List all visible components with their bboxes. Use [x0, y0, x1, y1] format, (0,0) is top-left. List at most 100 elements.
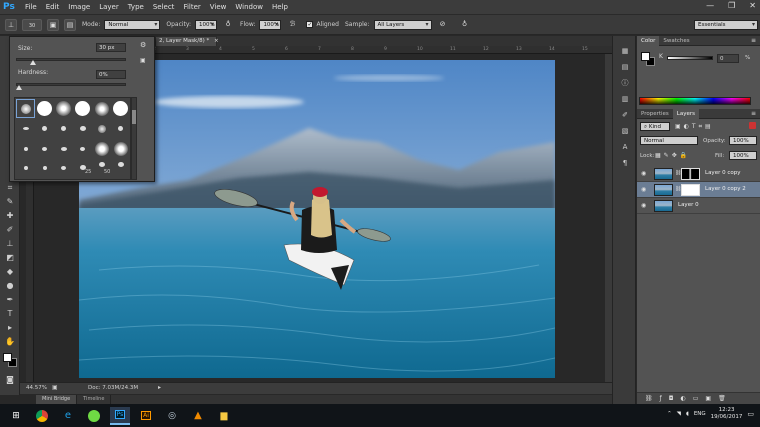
brush-tip[interactable]: [73, 139, 92, 158]
trash-icon[interactable]: 🗑: [718, 395, 733, 402]
hand-tool-icon[interactable]: ✋: [3, 336, 17, 348]
vertical-scrollbar[interactable]: [605, 54, 612, 382]
zoom-level[interactable]: 44.57%: [26, 385, 47, 391]
brush-tool-icon[interactable]: ✐: [3, 224, 17, 236]
menu-edit[interactable]: Edit: [46, 3, 60, 11]
status-icon[interactable]: ▣: [52, 384, 58, 391]
brush-tip[interactable]: [111, 155, 130, 174]
brush-tip[interactable]: [16, 119, 35, 138]
brush-preset-picker[interactable]: 30: [22, 18, 42, 31]
menu-window[interactable]: Window: [235, 3, 263, 11]
photoshop-taskbar-icon[interactable]: Ps: [110, 406, 130, 425]
menu-type[interactable]: Type: [128, 3, 144, 11]
brush-panel-icon[interactable]: ▤: [64, 18, 76, 31]
layer-row[interactable]: ◉ ⛓ Layer 0 copy: [637, 166, 760, 182]
brush-tip[interactable]: [35, 139, 54, 158]
steam-icon[interactable]: ◎: [162, 407, 182, 425]
brush-tip[interactable]: [73, 99, 92, 118]
k-slider[interactable]: [667, 56, 713, 60]
group-icon[interactable]: ▭: [693, 395, 706, 402]
brush-tip[interactable]: [16, 99, 35, 118]
menu-view[interactable]: View: [210, 3, 227, 11]
swatches-icon[interactable]: ▥: [619, 94, 631, 105]
paragraph-icon[interactable]: ¶: [619, 158, 631, 169]
brush-tip[interactable]: [35, 119, 54, 138]
brush-preset-popup[interactable]: Size: 30 px ⚙ ▣ Hardness: 0% 25 50: [9, 36, 155, 182]
ignore-adjustment-layers-icon[interactable]: ⊘: [437, 19, 449, 31]
gear-icon[interactable]: ⚙: [140, 41, 146, 49]
fill-input[interactable]: 100%: [729, 151, 757, 160]
brush-grid-scrollbar[interactable]: [131, 97, 137, 180]
hardness-slider[interactable]: [16, 83, 126, 86]
aligned-checkbox[interactable]: ✓: [306, 21, 314, 28]
hardness-value-input[interactable]: 0%: [96, 70, 126, 79]
restore-icon[interactable]: ❐: [728, 1, 735, 10]
tray-chevron-icon[interactable]: ⌃: [667, 411, 672, 417]
brush-tip[interactable]: [92, 119, 111, 138]
hardness-slider-thumb[interactable]: [16, 85, 22, 90]
adjustments-icon[interactable]: ▧: [619, 126, 631, 137]
volume-icon[interactable]: ◖: [686, 411, 689, 417]
brush-tip[interactable]: [54, 139, 73, 158]
brush-tip[interactable]: [54, 119, 73, 138]
brush-tip[interactable]: [16, 158, 35, 177]
link-icon[interactable]: ⛓: [645, 395, 660, 402]
menu-select[interactable]: Select: [153, 3, 175, 11]
close-icon[interactable]: ✕: [749, 1, 756, 10]
eyedropper-tool-icon[interactable]: ✎: [3, 196, 17, 208]
airbrush-icon[interactable]: ℬ: [286, 19, 298, 31]
sample-select[interactable]: All Layers: [373, 19, 432, 30]
menu-file[interactable]: File: [25, 3, 37, 11]
brush-tip[interactable]: [111, 119, 130, 138]
tab-layers[interactable]: Layers: [672, 108, 699, 119]
chrome-icon[interactable]: [32, 407, 52, 425]
layer-filter-icons[interactable]: ▣◐T⌗▤: [675, 123, 714, 131]
layer-mask-thumbnail[interactable]: [681, 168, 700, 180]
close-tab-icon[interactable]: ×: [214, 38, 219, 44]
menu-help[interactable]: Help: [272, 3, 288, 11]
brush-tip[interactable]: [35, 99, 54, 118]
filter-toggle-icon[interactable]: [749, 122, 756, 129]
layer-filter-select[interactable]: ⌕ Kind: [640, 122, 670, 131]
action-center-icon[interactable]: ▭: [747, 410, 754, 418]
color-spectrum-bar[interactable]: [639, 97, 751, 105]
network-icon[interactable]: ◥: [677, 411, 681, 417]
brush-tip[interactable]: [111, 99, 130, 118]
size-slider-thumb[interactable]: [29, 60, 36, 65]
layer-mask-thumbnail[interactable]: [681, 184, 700, 196]
tab-timeline[interactable]: Timeline: [77, 395, 112, 404]
pressure-opacity-icon[interactable]: ♁: [222, 19, 234, 31]
type-tool-icon[interactable]: T: [3, 308, 17, 320]
tab-mini-bridge[interactable]: Mini Bridge: [36, 395, 78, 404]
character-icon[interactable]: A: [619, 142, 631, 153]
tab-properties[interactable]: Properties: [637, 109, 673, 119]
internet-explorer-icon[interactable]: e: [58, 407, 78, 425]
adjustment-icon[interactable]: ◐: [681, 395, 693, 402]
layers-panel-menu-icon[interactable]: ≡: [751, 110, 756, 117]
document-tab[interactable]: 2, Layer Mask/8) * ×: [155, 36, 219, 46]
new-preset-icon[interactable]: ▣: [140, 57, 146, 64]
mask-icon[interactable]: ◘: [669, 395, 681, 402]
layer-opacity-input[interactable]: 100%: [729, 136, 757, 145]
language-indicator[interactable]: ENG: [694, 411, 706, 417]
color-panel-foreground-swatch[interactable]: [641, 52, 650, 61]
mode-select[interactable]: Normal: [104, 19, 161, 30]
upwork-icon[interactable]: [84, 407, 104, 425]
info-icon[interactable]: ⓘ: [619, 78, 631, 89]
brush-tip[interactable]: [92, 99, 111, 118]
properties-icon[interactable]: ▤: [619, 62, 631, 73]
quick-mask-icon[interactable]: ◙: [3, 374, 17, 386]
k-value-input[interactable]: 0: [717, 54, 739, 63]
tab-color[interactable]: Color: [637, 35, 660, 46]
eye-icon[interactable]: ◉: [641, 170, 646, 177]
brush-tip[interactable]: [35, 158, 54, 177]
dodge-tool-icon[interactable]: ●: [3, 280, 17, 292]
windows-start-icon[interactable]: ⊞: [6, 407, 26, 425]
eraser-tool-icon[interactable]: ◩: [3, 252, 17, 264]
pen-tool-icon[interactable]: ✒: [3, 294, 17, 306]
blend-mode-select[interactable]: Normal: [640, 136, 698, 145]
new-layer-icon[interactable]: ▣: [705, 395, 718, 402]
layer-row[interactable]: ◉ Layer 0: [637, 198, 760, 214]
pressure-size-icon[interactable]: ♁: [459, 19, 471, 31]
brush-panel-icon[interactable]: ✐: [619, 110, 631, 121]
